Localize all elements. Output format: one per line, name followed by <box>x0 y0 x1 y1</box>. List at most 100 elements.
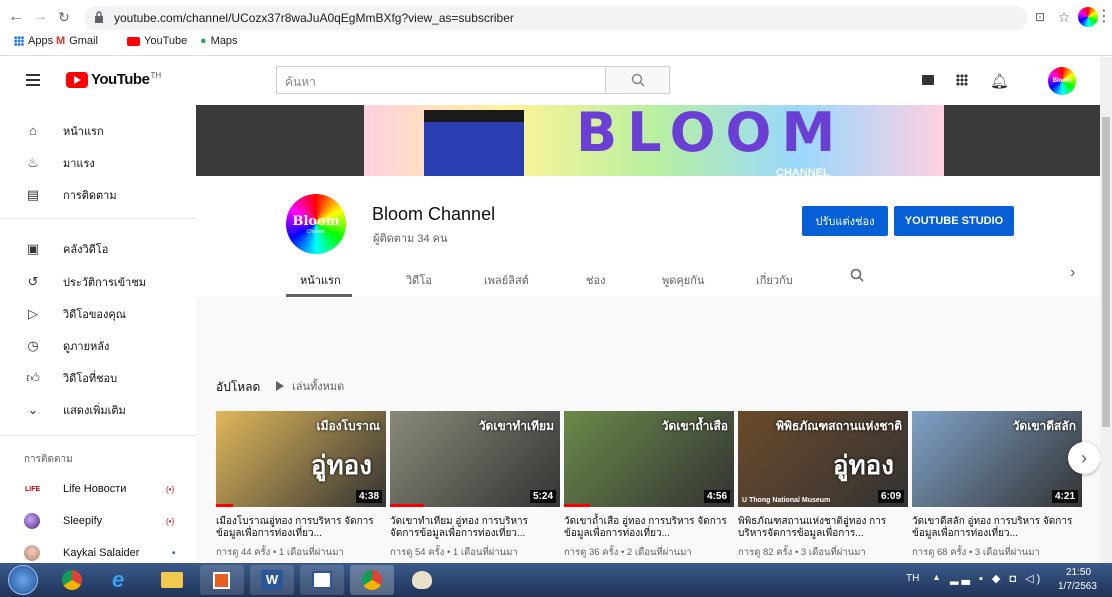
thumbnail-text: เมืองโบราณ <box>316 419 380 433</box>
reload-icon[interactable]: ↻ <box>54 7 74 27</box>
taskbar-ie[interactable]: e <box>100 565 144 595</box>
sidebar-item-liked-videos[interactable]: 👍︎ วิดีโอที่ชอบ <box>0 362 196 394</box>
video-thumbnail[interactable]: วัดเขาทำเทียม 5:24 <box>390 411 560 507</box>
video-card[interactable]: พิพิธภัณฑสถานแห่งชาติ อู่ทอง U Thong Natio… <box>738 411 908 560</box>
sidebar-item-trending[interactable]: ♨ มาแรง <box>0 147 196 179</box>
forward-arrow-icon[interactable]: → <box>30 7 50 27</box>
create-video-icon[interactable] <box>922 75 934 85</box>
sidebar-sub-life[interactable]: LIFE Life Новости (•) <box>0 473 196 505</box>
video-title[interactable]: พิพิธภัณฑสถานแห่งชาติอู่ทอง การบริหารจัด… <box>738 516 908 540</box>
shelf-next-arrow-icon[interactable]: › <box>1068 442 1100 474</box>
apps-grid-icon <box>14 36 24 46</box>
bookmark-maps[interactable]: ● Maps <box>200 35 238 47</box>
thumbnail-text-secondary: อู่ทอง <box>310 450 372 480</box>
taskbar-explorer[interactable] <box>150 565 194 595</box>
scrollbar-thumb[interactable] <box>1102 117 1110 427</box>
video-meta: การดู 68 ครั้ง • 3 เดือนที่ผ่านมา <box>912 547 1040 558</box>
show-hidden-icons-icon[interactable]: ▴ <box>934 572 939 583</box>
sidebar-guide: ⌂ หน้าแรก ♨ มาแรง ▤ การติดตาม ▣ คลังวิดีโอ ↺… <box>0 105 196 563</box>
thumbnail-text: วัดเขาดีสลัก <box>1012 419 1076 433</box>
watch-progress-bar <box>390 504 424 507</box>
address-bar[interactable]: youtube.com/channel/UCozx37r8waJuA0qEgMm… <box>84 6 1028 30</box>
star-icon[interactable]: ☆ <box>1054 7 1074 27</box>
sidebar-item-subscriptions[interactable]: ▤ การติดตาม <box>0 179 196 211</box>
folder-icon <box>161 572 183 588</box>
play-all-button[interactable]: เล่นทั้งหมด <box>276 377 344 395</box>
taskbar-list-app[interactable] <box>300 565 344 595</box>
sidebar-item-history[interactable]: ↺ ประวัติการเข้าชม <box>0 266 196 298</box>
video-card[interactable]: วัดเขาถ้ำเสือ 4:56 วัดเขาถ้ำเสือ อู่ทอง กา… <box>564 411 734 560</box>
video-card[interactable]: เมืองโบราณ อู่ทอง 4:38 เมืองโบราณอู่ทอง การ… <box>216 411 386 560</box>
video-card[interactable]: วัดเขาดีสลัก 4:21 วัดเขาดีสลัก อู่ทอง การบ… <box>912 411 1082 560</box>
subscriptions-icon: ▤ <box>26 187 40 202</box>
clock-icon: ◷ <box>27 338 39 353</box>
translate-icon[interactable]: ⊡ <box>1030 7 1050 27</box>
video-thumbnail[interactable]: เมืองโบราณ อู่ทอง 4:38 <box>216 411 386 507</box>
customize-channel-button[interactable]: ปรับแต่งช่อง <box>802 206 888 236</box>
language-indicator[interactable]: TH <box>906 573 919 584</box>
sidebar-item-home[interactable]: ⌂ หน้าแรก <box>0 115 196 147</box>
video-title[interactable]: วัดเขาถ้ำเสือ อู่ทอง การบริหาร จัดการข้อ… <box>564 516 734 540</box>
back-arrow-icon[interactable]: ← <box>6 7 26 27</box>
search-input[interactable]: ค้นหา <box>276 66 606 94</box>
tabs-next-chevron-icon[interactable]: › <box>1070 264 1075 282</box>
taskbar-word[interactable]: W <box>250 565 294 595</box>
taskbar-chrome[interactable] <box>50 565 94 595</box>
video-thumbnail[interactable]: วัดเขาถ้ำเสือ 4:56 <box>564 411 734 507</box>
bookmark-apps[interactable]: Apps <box>14 35 53 47</box>
video-title[interactable]: เมืองโบราณอู่ทอง การบริหาร จัดการข้อมูลเ… <box>216 516 386 540</box>
sidebar-item-library[interactable]: ▣ คลังวิดีโอ <box>0 233 196 265</box>
video-duration: 6:09 <box>877 490 904 503</box>
thumbs-up-icon: 👍︎ <box>26 370 40 385</box>
subscriber-count: ผู้ติดตาม 34 คน <box>373 233 448 245</box>
sidebar-divider <box>0 218 196 219</box>
video-meta: การดู 82 ครั้ง • 3 เดือนที่ผ่านมา <box>738 547 866 558</box>
sidebar-item-your-videos[interactable]: ▷ วิดีโอของคุณ <box>0 298 196 330</box>
taskbar-paint[interactable] <box>400 565 444 595</box>
tab-channels[interactable]: ช่อง <box>586 271 605 289</box>
play-icon <box>276 381 284 391</box>
video-card[interactable]: วัดเขาทำเทียม 5:24 วัดเขาทำเทียม อู่ทอง กา… <box>390 411 560 560</box>
channel-avatar[interactable]: Bloom Channel <box>286 194 346 254</box>
account-avatar[interactable]: Bloom <box>1048 67 1076 95</box>
page-scrollbar[interactable] <box>1100 57 1112 563</box>
search-button[interactable] <box>605 66 670 94</box>
bookmark-label: YouTube <box>144 35 188 47</box>
active-tab-indicator <box>286 294 352 297</box>
hamburger-menu-icon[interactable] <box>26 74 40 86</box>
bookmark-label: Maps <box>210 35 238 47</box>
sidebar-item-show-more[interactable]: ⌄ แสดงเพิ่มเติม <box>0 394 196 426</box>
sidebar-item-watch-later[interactable]: ◷ ดูภายหลัง <box>0 330 196 362</box>
kaykai-avatar <box>24 545 40 561</box>
internet-explorer-icon: e <box>112 567 125 592</box>
bookmark-youtube[interactable]: YouTube <box>127 35 187 47</box>
tab-about[interactable]: เกี่ยวกับ <box>756 271 793 289</box>
tab-home[interactable]: หน้าแรก <box>300 271 341 289</box>
taskbar-chrome-active[interactable] <box>350 565 394 595</box>
youtube-play-icon <box>66 71 88 88</box>
tab-discussion[interactable]: พูดคุยกัน <box>662 271 704 289</box>
menu-dots-icon[interactable]: ⋮ <box>1094 7 1112 27</box>
video-thumbnail[interactable]: วัดเขาดีสลัก 4:21 <box>912 411 1082 507</box>
video-title[interactable]: วัดเขาดีสลัก อู่ทอง การบริหาร จัดการข้อม… <box>912 516 1082 540</box>
video-title[interactable]: วัดเขาทำเทียม อู่ทอง การบริหาร จัดการข้อ… <box>390 516 560 540</box>
tab-videos[interactable]: วิดีโอ <box>406 271 432 289</box>
clock-time[interactable]: 21:50 <box>1066 567 1091 578</box>
start-button[interactable] <box>8 565 38 595</box>
tab-playlists[interactable]: เพลย์ลิสต์ <box>484 271 529 289</box>
thumbnail-text: วัดเขาทำเทียม <box>478 419 554 433</box>
notifications-bell-icon[interactable]: 🔔︎ <box>990 72 1009 90</box>
sidebar-item-label: ดูภายหลัง <box>63 341 110 353</box>
tray-icons[interactable]: ▂▃ ▪ ◆ ◘ ◁) <box>950 572 1043 585</box>
bookmark-gmail[interactable]: M Gmail <box>56 35 98 47</box>
youtube-studio-button[interactable]: YOUTUBE STUDIO <box>894 206 1014 236</box>
video-thumbnail[interactable]: พิพิธภัณฑสถานแห่งชาติ อู่ทอง U Thong Natio… <box>738 411 908 507</box>
apps-grid-icon[interactable] <box>956 74 968 86</box>
sidebar-sub-sleepify[interactable]: Sleepify (•) <box>0 505 196 537</box>
taskbar-app-o[interactable] <box>200 565 244 595</box>
clock-date[interactable]: 1/7/2563 <box>1058 581 1097 592</box>
subscriptions-heading: การติดตาม <box>24 454 73 465</box>
video-duration: 4:21 <box>1051 490 1078 503</box>
channel-search-icon[interactable] <box>850 268 864 282</box>
youtube-logo[interactable]: YouTube TH <box>66 71 161 88</box>
